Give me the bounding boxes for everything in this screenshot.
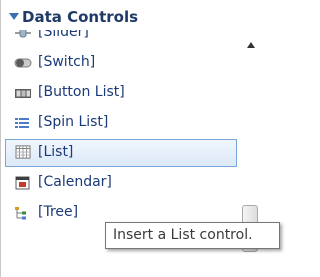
list-item-list[interactable]: [List]: [2, 138, 238, 168]
tooltip: Insert a List control.: [105, 222, 280, 249]
list-item-label: [Slider]: [38, 30, 89, 40]
list-item-label: [Calendar]: [38, 174, 112, 190]
list-item-calendar[interactable]: [Calendar]: [2, 168, 238, 198]
tooltip-text: Insert a List control.: [113, 227, 253, 243]
scroll-up-arrow-icon[interactable]: [247, 42, 255, 48]
tree-icon: [15, 207, 26, 220]
data-controls-panel: Data Controls [Slider] [Switch] [Button …: [0, 0, 280, 277]
spin-list-icon: [15, 118, 29, 128]
list-item-label: [Tree]: [38, 204, 79, 220]
section-header[interactable]: Data Controls: [2, 4, 278, 30]
list-item-label: [Switch]: [38, 54, 96, 70]
slider-icon: [15, 30, 31, 38]
list-item-switch[interactable]: [Switch]: [2, 48, 238, 78]
switch-icon: [14, 58, 32, 68]
collapse-arrow-icon[interactable]: [9, 13, 19, 20]
calendar-icon: [15, 176, 30, 190]
section-title: Data Controls: [22, 8, 139, 26]
button-list-icon: [15, 89, 31, 98]
list-item-label: [Button List]: [38, 84, 125, 100]
list-item-label: [Spin List]: [38, 114, 109, 130]
list-item-label: [List]: [38, 144, 74, 160]
list-item-button-list[interactable]: [Button List]: [2, 78, 238, 108]
list-item-spin-list[interactable]: [Spin List]: [2, 108, 238, 138]
list-icon: [15, 145, 31, 159]
list-item-slider[interactable]: [Slider]: [2, 30, 238, 48]
